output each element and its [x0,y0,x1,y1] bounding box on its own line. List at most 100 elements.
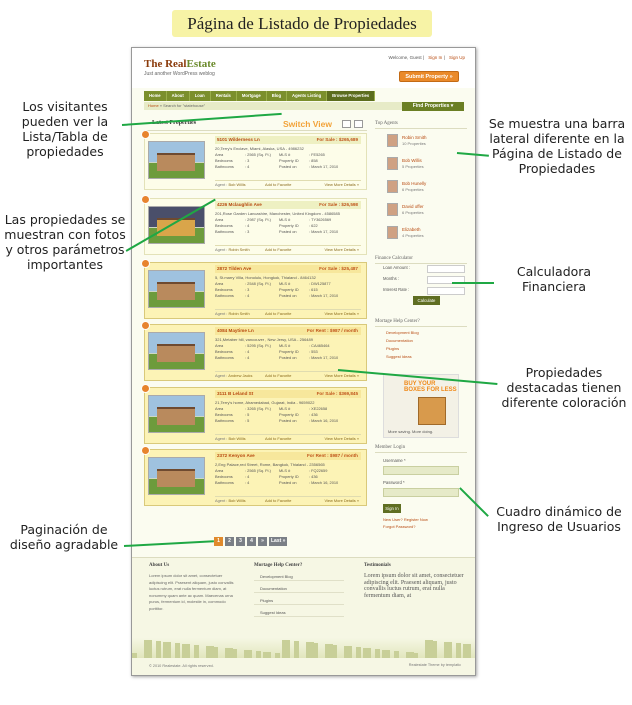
property-photo[interactable] [148,457,205,495]
advertisement[interactable]: BUY YOUR BOXES FOR LESS More saving. Mor… [383,374,459,438]
view-details-link[interactable]: View More Details » [324,246,359,254]
agent-name[interactable]: Bob Hunelly [402,181,426,186]
agent-name-link[interactable]: Bob Willis [228,182,245,187]
nav-item-blog[interactable]: Blog [267,91,288,101]
password-input[interactable] [383,488,459,497]
view-details-link[interactable]: View More Details » [324,497,359,505]
nav-item-browse-properties[interactable]: Browse Properties [327,91,376,101]
view-details-link[interactable]: View More Details » [324,310,359,318]
nav-item-home[interactable]: Home [144,91,167,101]
nav-item-agents-listing[interactable]: Agents Listing [287,91,328,101]
page-link[interactable]: Last » [269,537,288,546]
view-details-link[interactable]: View More Details » [324,435,359,443]
username-input[interactable] [383,466,459,475]
add-to-favorite-link[interactable]: Add to Favorite [265,435,291,443]
page-link[interactable]: 4 [247,537,256,546]
detail-posted: Posted on [279,229,297,234]
view-details-link[interactable]: View More Details » [324,372,359,380]
breadcrumb-home[interactable]: Home [148,103,159,108]
agent-item[interactable]: Robin Smith 10 Properties [387,134,467,148]
nav-item-about[interactable]: About [167,91,190,101]
agent-item[interactable]: Elizabeth 4 Properties [387,226,467,240]
add-to-favorite-link[interactable]: Add to Favorite [265,246,291,254]
mortgage-help-link[interactable]: Documentation [386,338,413,343]
skyline-building [382,650,390,658]
property-name-text[interactable]: 4226 Mclaughlin Ave [217,202,262,207]
add-to-favorite-link[interactable]: Add to Favorite [265,310,291,318]
property-name[interactable]: 4084 Maytime Ln For Rent : $987 / month [215,327,361,335]
sign-in-link[interactable]: Sign In [428,55,442,60]
footer-help-link[interactable]: Plugins [254,596,344,605]
list-view-icon[interactable] [342,120,351,128]
property-photo[interactable] [148,270,205,308]
detail-bathrooms: Bathrooms [215,164,234,169]
agent-item[interactable]: David offer 6 Properties [387,203,467,217]
agent-name-link[interactable]: Robin Smith [228,311,249,316]
agent-name-link[interactable]: Robin Smith [228,247,249,252]
interest-label: Interest Rate : [383,287,410,292]
property-photo[interactable] [148,141,205,179]
skyline-building [294,641,299,658]
agent-item[interactable]: Bob Hunelly 6 Properties [387,180,467,194]
property-name-text[interactable]: 2872 Tilden Ave [217,266,251,271]
nav-item-mortgage[interactable]: Mortgage [237,91,267,101]
page-link[interactable]: 3 [236,537,245,546]
view-details-link[interactable]: View More Details » [324,181,359,189]
add-to-favorite-link[interactable]: Add to Favorite [265,497,291,505]
detail-posted-value: : March 17, 2010 [309,229,339,234]
nav-item-loan[interactable]: Loan [190,91,211,101]
agent-name-link[interactable]: Bob Willis [228,436,245,441]
property-photo[interactable] [148,332,205,370]
footer-help-link[interactable]: Suggest Ideas [254,608,344,617]
sign-in-button[interactable]: Sign In [383,504,401,513]
mortgage-help-link[interactable]: Plugins [386,346,399,351]
sign-up-link[interactable]: Sign Up [449,55,465,60]
property-name[interactable]: 3111 B Leland St For Sale : $369,845 [215,390,361,398]
months-row: Months : [383,276,465,286]
theme-credit[interactable]: Realestate Theme by templatic [409,663,461,667]
interest-input[interactable] [427,287,465,295]
grid-view-icon[interactable] [354,120,363,128]
page-link[interactable]: 1 [214,537,223,546]
footer-help-link[interactable]: Documentation [254,584,344,593]
agent-info: Agent : Bob Willis [215,498,246,503]
property-photo[interactable] [148,395,205,433]
mortgage-help-link[interactable]: Suggest Ideas [386,354,412,359]
add-to-favorite-link[interactable]: Add to Favorite [265,372,291,380]
add-to-favorite-link[interactable]: Add to Favorite [265,181,291,189]
find-properties-button[interactable]: Find Properties ▾ [402,102,464,111]
submit-property-button[interactable]: Submit Property » [399,71,459,82]
property-name[interactable]: 5101 Wilderness Ln For Sale : $265,689 [215,136,361,144]
mortgage-help-link[interactable]: Development Blog [386,330,419,335]
property-name[interactable]: 4226 Mclaughlin Ave For Sale : $26,598 [215,201,361,209]
page-link[interactable]: 2 [225,537,234,546]
agent-name-link[interactable]: Bob Willis [228,498,245,503]
property-name-text[interactable]: 5101 Wilderness Ln [217,137,260,142]
property-name-text[interactable]: 2372 Kenyon Ave [217,453,255,458]
property-name[interactable]: 2872 Tilden Ave For Sale : $25,487 [215,265,361,273]
detail-area-value: : 2987 (Sq. Ft.) [245,217,271,222]
detail-posted-value: : March 17, 2010 [309,293,339,298]
page-link[interactable]: » [258,537,267,546]
loan-amount-input[interactable] [427,265,465,273]
nav-item-rentals[interactable]: Rentals [211,91,237,101]
forgot-password-link[interactable]: Forgot Password? [383,524,415,529]
calculate-button[interactable]: Calculate [413,296,440,305]
agent-name[interactable]: Elizabeth [402,227,421,232]
agent-item[interactable]: Bob Willis 5 Properties [387,157,467,171]
site-logo[interactable]: The RealEstate [144,58,216,70]
property-photo[interactable] [148,206,205,244]
agent-name[interactable]: David offer [402,204,424,209]
agent-name[interactable]: Bob Willis [402,158,422,163]
agent-name-link[interactable]: Andrew Jacks [228,373,252,378]
footer-help-link[interactable]: Development Blog [254,572,344,581]
main-nav: Home About Loan Rentals Mortgage Blog Agents L… [144,91,376,101]
new-badge [141,259,150,268]
register-link[interactable]: New User? Register Now [383,517,428,522]
property-name-text[interactable]: 3111 B Leland St [217,391,253,396]
property-name-text[interactable]: 4084 Maytime Ln [217,328,254,333]
new-badge [141,446,150,455]
agent-avatar [387,134,398,147]
property-name[interactable]: 2372 Kenyon Ave For Rent : $987 / month [215,452,361,460]
agent-name[interactable]: Robin Smith [402,135,427,140]
